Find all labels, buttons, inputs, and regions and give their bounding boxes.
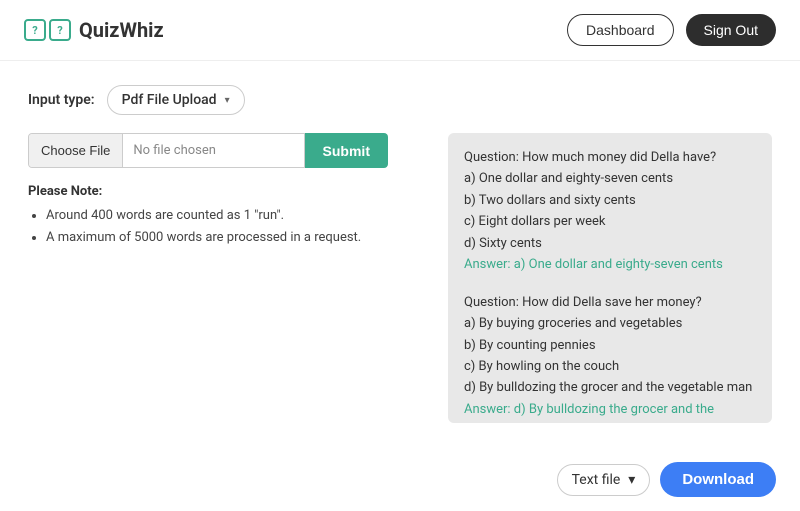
format-chevron-icon: ▾	[628, 472, 635, 488]
question-1-text: Question: How much money did Della have?	[464, 147, 756, 168]
signout-button[interactable]: Sign Out	[686, 14, 776, 46]
notes-title: Please Note:	[28, 184, 428, 199]
question-2-opt-d: d) By bulldozing the grocer and the vege…	[464, 377, 756, 398]
input-type-select[interactable]: Pdf File Upload ▾	[107, 85, 245, 115]
dashboard-button[interactable]: Dashboard	[567, 14, 674, 46]
quiz-output-panel[interactable]: Question: How much money did Della have?…	[448, 133, 772, 423]
header: ? ? QuizWhiz Dashboard Sign Out	[0, 0, 800, 61]
download-button[interactable]: Download	[660, 462, 776, 497]
notes-section: Please Note: Around 400 words are counte…	[28, 184, 428, 249]
choose-file-button[interactable]: Choose File	[29, 134, 123, 167]
content-split: Choose File No file chosen Submit Please…	[28, 133, 772, 423]
input-type-value: Pdf File Upload	[122, 92, 217, 108]
question-1-opt-d: d) Sixty cents	[464, 233, 756, 254]
input-type-label: Input type:	[28, 92, 95, 108]
note-item-2: A maximum of 5000 words are processed in…	[46, 227, 428, 249]
file-upload-inner: Choose File No file chosen	[28, 133, 305, 168]
main-content: Input type: Pdf File Upload ▾ Choose Fil…	[0, 61, 800, 439]
note-item-1: Around 400 words are counted as 1 "run".	[46, 205, 428, 227]
header-nav: Dashboard Sign Out	[567, 14, 776, 46]
file-name-display: No file chosen	[123, 134, 303, 167]
notes-list: Around 400 words are counted as 1 "run".…	[28, 205, 428, 249]
logo-area: ? ? QuizWhiz	[24, 18, 164, 42]
question-2-opt-c: c) By howling on the couch	[464, 356, 756, 377]
question-2-opt-b: b) By counting pennies	[464, 335, 756, 356]
submit-button[interactable]: Submit	[305, 133, 388, 168]
question-1-opt-c: c) Eight dollars per week	[464, 211, 756, 232]
logo-icon: ? ?	[24, 19, 71, 41]
format-label: Text file	[572, 472, 621, 488]
file-upload-container: Choose File No file chosen Submit	[28, 133, 388, 168]
question-1-opt-b: b) Two dollars and sixty cents	[464, 190, 756, 211]
logo-bracket-left: ?	[24, 19, 46, 41]
question-1-answer: Answer: a) One dollar and eighty-seven c…	[464, 254, 756, 275]
quiz-block-1: Question: How much money did Della have?…	[464, 147, 756, 276]
left-panel: Choose File No file chosen Submit Please…	[28, 133, 428, 249]
logo-bracket-right: ?	[49, 19, 71, 41]
logo-text: QuizWhiz	[79, 18, 164, 42]
chevron-down-icon: ▾	[225, 95, 230, 106]
bottom-bar: Text file ▾ Download	[557, 462, 776, 497]
input-type-row: Input type: Pdf File Upload ▾	[28, 85, 772, 115]
question-2-answer: Answer: d) By bulldozing the grocer and …	[464, 399, 756, 423]
format-select[interactable]: Text file ▾	[557, 464, 651, 496]
question-2-opt-a: a) By buying groceries and vegetables	[464, 313, 756, 334]
question-1-opt-a: a) One dollar and eighty-seven cents	[464, 168, 756, 189]
quiz-block-2: Question: How did Della save her money? …	[464, 292, 756, 423]
question-2-text: Question: How did Della save her money?	[464, 292, 756, 313]
